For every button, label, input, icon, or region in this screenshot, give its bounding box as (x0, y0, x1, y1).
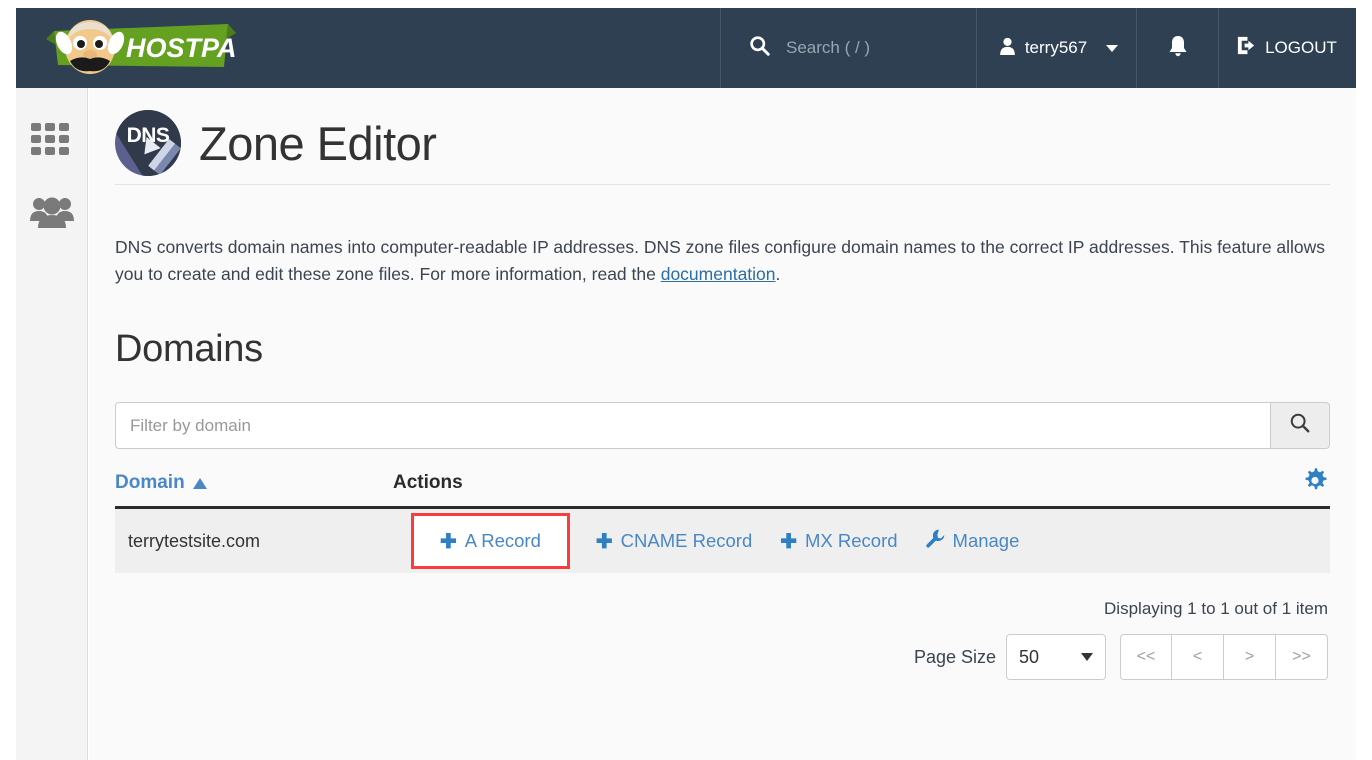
add-mx-record-button[interactable]: ✚ MX Record (766, 509, 911, 573)
domain-filter-row (115, 402, 1330, 450)
table-settings-button[interactable] (1302, 468, 1328, 499)
add-cname-record-button[interactable]: ✚ CNAME Record (582, 509, 766, 573)
gear-icon (1302, 468, 1328, 498)
description-text-part2: . (775, 263, 781, 284)
sort-ascending-icon (192, 477, 207, 489)
chevron-down-icon (1106, 44, 1119, 52)
first-page-button[interactable]: << (1120, 634, 1172, 681)
sidebar-item-apps[interactable] (16, 106, 88, 178)
bell-icon (1168, 35, 1188, 62)
pagination-button-group: << < > >> (1120, 634, 1328, 681)
logout-icon (1236, 35, 1257, 61)
column-header-actions: Actions (393, 472, 463, 494)
add-cname-record-label: CNAME Record (620, 530, 753, 552)
user-icon (999, 37, 1016, 60)
filter-search-button[interactable] (1270, 402, 1330, 450)
left-sidebar (16, 88, 88, 760)
page-description: DNS converts domain names into computer-… (115, 203, 1330, 288)
previous-page-button[interactable]: < (1172, 634, 1224, 681)
domains-table: Domain Actions terrytestsite.com ✚ A Rec… (115, 460, 1330, 574)
pagination-controls: Page Size 50 << < > >> (913, 634, 1328, 681)
dns-pencil-icon: DNS (115, 110, 181, 176)
wrench-icon (925, 529, 945, 553)
domains-section-title: Domains (115, 327, 263, 370)
grid-apps-icon (31, 122, 73, 162)
table-row: terrytestsite.com ✚ A Record ✚ CNAME Rec… (115, 509, 1330, 574)
logout-label: LOGOUT (1265, 38, 1337, 57)
displaying-count-text: Displaying 1 to 1 out of 1 item (1104, 599, 1328, 619)
search-placeholder-text: Search ( / ) (786, 38, 871, 57)
add-mx-record-label: MX Record (805, 530, 898, 552)
sidebar-item-users[interactable] (16, 178, 88, 250)
notifications-button[interactable] (1136, 8, 1218, 88)
user-name-label: terry567 (1024, 38, 1088, 57)
brand-logo-area[interactable]: HOSTPAPA (16, 8, 720, 88)
last-page-button[interactable]: >> (1276, 634, 1328, 681)
manage-label: Manage (952, 530, 1020, 552)
header-divider (115, 184, 1330, 185)
cell-domain-name: terrytestsite.com (128, 530, 261, 551)
page-title: Zone Editor (199, 116, 437, 170)
add-a-record-label: A Record (464, 530, 541, 552)
page-size-value: 50 (1019, 646, 1040, 667)
cell-actions: ✚ A Record ✚ CNAME Record ✚ MX Record Ma… (393, 509, 1330, 573)
hostpapa-logo[interactable]: HOSTPAPA (46, 17, 272, 79)
users-group-icon (30, 195, 74, 234)
search-icon (749, 35, 770, 61)
table-header-row: Domain Actions (115, 460, 1330, 510)
column-header-domain-label: Domain (115, 472, 185, 494)
column-header-domain[interactable]: Domain (115, 472, 393, 494)
documentation-link[interactable]: documentation (661, 264, 776, 284)
page-size-label: Page Size (913, 646, 996, 667)
chevron-down-icon (1081, 653, 1093, 662)
main-content-panel: DNS Zone Editor DNS converts domain name… (89, 88, 1356, 760)
user-menu[interactable]: terry567 (976, 8, 1136, 88)
add-a-record-button[interactable]: ✚ A Record (411, 513, 570, 570)
manage-button[interactable]: Manage (912, 509, 1034, 573)
top-bar-right-group: Search ( / ) terry567 LOGOUT (720, 8, 1356, 88)
app-root: HOSTPAPA Search ( / ) (0, 0, 1372, 760)
logout-button[interactable]: LOGOUT (1218, 8, 1354, 88)
next-page-button[interactable]: > (1224, 634, 1276, 681)
plus-icon: ✚ (780, 530, 797, 553)
page-header: DNS Zone Editor (115, 88, 1330, 184)
magnifier-icon (1289, 412, 1311, 439)
plus-icon: ✚ (440, 530, 457, 553)
filter-domain-input[interactable] (115, 402, 1270, 450)
global-search[interactable]: Search ( / ) (720, 8, 976, 88)
top-navigation-bar: HOSTPAPA Search ( / ) (16, 8, 1356, 88)
pagination-area: Displaying 1 to 1 out of 1 item Page Siz… (115, 599, 1330, 681)
brand-wordmark: HOSTPAPA (126, 33, 236, 63)
plus-icon: ✚ (595, 530, 613, 553)
page-size-select[interactable]: 50 (1006, 634, 1106, 681)
